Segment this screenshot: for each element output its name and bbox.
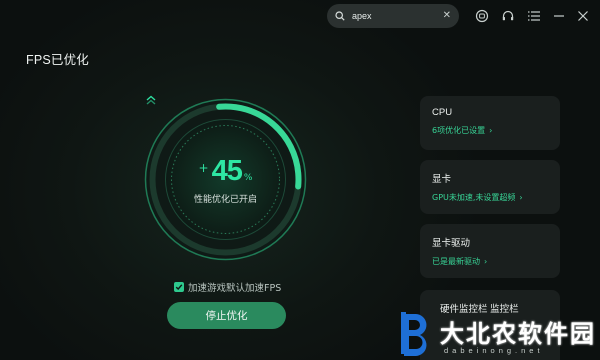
checkbox[interactable] xyxy=(174,282,184,292)
watermark-text: 大北农软件园 xyxy=(440,320,596,348)
search-icon xyxy=(335,11,345,21)
default-accelerate-checkbox-row[interactable]: 加速游戏默认加速FPS xyxy=(174,280,281,294)
headset-icon[interactable] xyxy=(496,6,520,26)
chevron-up-icon xyxy=(146,95,156,105)
watermark: 大北农软件园 dabeinong.net xyxy=(396,302,600,360)
minimize-icon[interactable] xyxy=(548,6,570,26)
stop-optimization-button[interactable]: 停止优化 xyxy=(167,302,286,329)
card-title: CPU xyxy=(432,107,453,118)
window-controls xyxy=(470,6,596,26)
app-window: apex ✕ FPS已优化 + 45 % 性能优化已开启 加速游戏默认加速FPS… xyxy=(0,0,600,360)
chevron-right-icon: › xyxy=(519,193,523,202)
card-status-link[interactable]: 6项优化已设置 › xyxy=(432,125,548,136)
chevron-right-icon: › xyxy=(489,126,493,135)
search-input[interactable]: apex xyxy=(352,11,443,21)
fps-percent-value: 45 xyxy=(211,154,243,187)
card-title: 显卡 xyxy=(432,174,452,185)
watermark-url: dabeinong.net xyxy=(444,346,544,355)
gamepad-icon[interactable] xyxy=(470,6,494,26)
gpu-card[interactable]: 显卡 GPU未加速,未设置超频 › xyxy=(420,160,560,214)
page-title: FPS已优化 xyxy=(26,53,90,67)
percent-plus: + xyxy=(198,160,209,175)
card-title: 显卡驱动 xyxy=(432,238,471,249)
card-status-link[interactable]: GPU未加速,未设置超频 › xyxy=(432,192,548,203)
card-status-link[interactable]: 已是最新驱动 › xyxy=(432,256,548,267)
check-icon xyxy=(175,284,183,291)
cpu-card[interactable]: CPU 6项优化已设置 › xyxy=(420,96,560,150)
optimization-status: 性能优化已开启 xyxy=(193,194,257,205)
fps-gauge: + 45 % 性能优化已开启 xyxy=(144,95,307,261)
search-box[interactable]: apex ✕ xyxy=(327,4,459,28)
close-icon[interactable] xyxy=(572,6,594,26)
percent-unit: % xyxy=(243,172,253,183)
checkbox-label: 加速游戏默认加速FPS xyxy=(188,283,282,294)
close-icon[interactable]: ✕ xyxy=(443,11,451,21)
chevron-right-icon: › xyxy=(484,257,488,266)
gpu-driver-card[interactable]: 显卡驱动 已是最新驱动 › xyxy=(420,224,560,278)
watermark-logo xyxy=(401,312,427,356)
menu-icon[interactable] xyxy=(522,6,546,26)
